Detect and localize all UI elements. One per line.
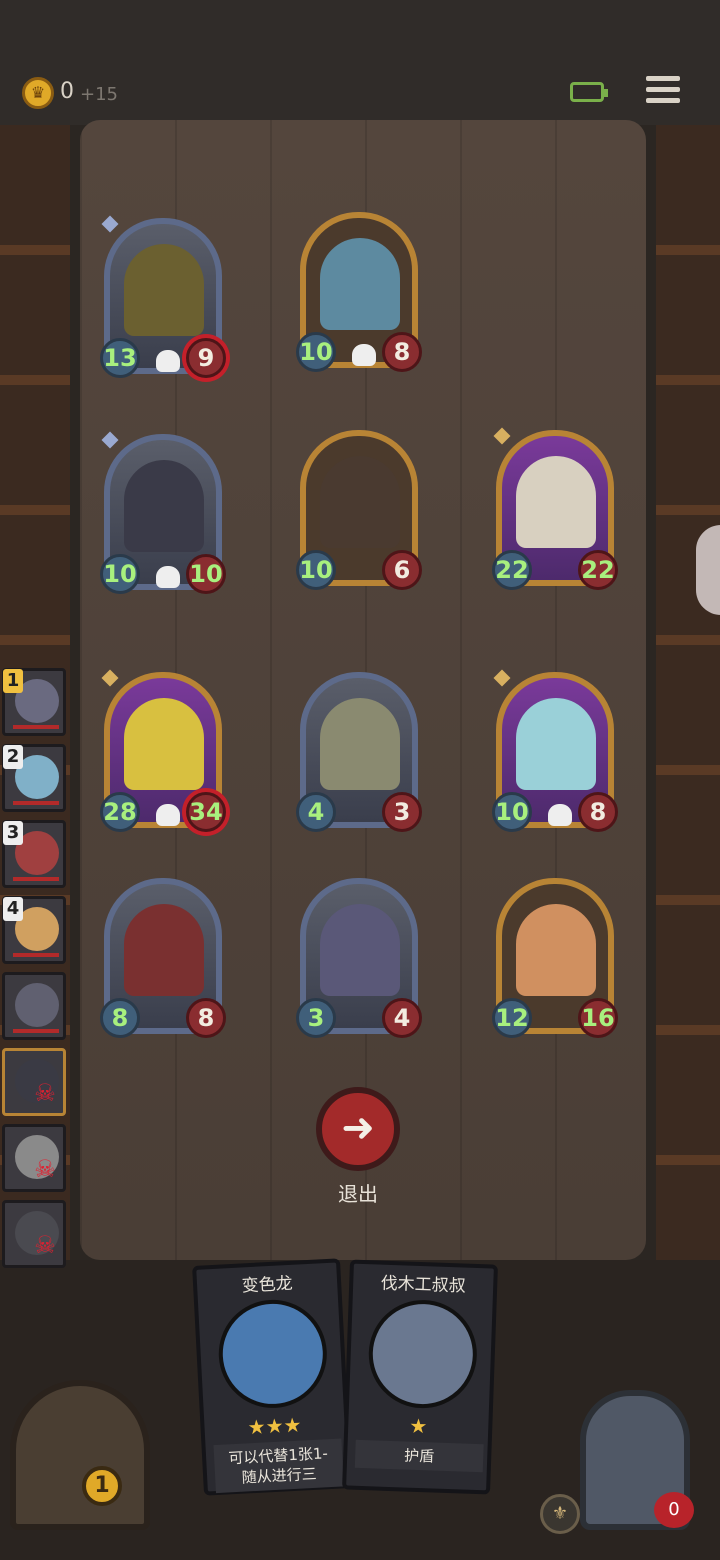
star-rating: ★★★ (247, 1412, 303, 1440)
rank-badge: 1 (3, 669, 23, 693)
shop-gate[interactable] (10, 1380, 150, 1530)
skull-icon (156, 804, 180, 826)
minion-portrait (124, 244, 204, 336)
team-slot[interactable]: ☠ (2, 1200, 66, 1268)
minion-card[interactable]: 10 8 (492, 669, 618, 832)
hand-card-description: 可以代替1张1- 随从进行三 (213, 1438, 344, 1494)
top-bar: ♛ 0 +15 (0, 0, 720, 125)
minion-card[interactable]: 43 (296, 672, 422, 832)
health-bar (13, 801, 59, 805)
health-stat: 8 (382, 332, 422, 372)
health-stat: 9 (186, 338, 226, 378)
chameleon-portrait (216, 1297, 330, 1411)
minion-card[interactable]: 10 8 (296, 212, 422, 372)
coin-income: +15 (80, 84, 118, 105)
attack-stat: 10 (100, 554, 140, 594)
level-badge: 1 (82, 1466, 122, 1506)
skull-crossbones-icon: ☠ (34, 1231, 56, 1259)
coin-count: 0 (60, 79, 74, 104)
health-bar (13, 877, 59, 881)
team-slot[interactable]: 3 (2, 820, 66, 888)
minion-portrait (320, 698, 400, 790)
skull-icon (352, 344, 376, 366)
attack-stat: 8 (100, 998, 140, 1038)
team-slot[interactable]: ☠ (2, 1124, 66, 1192)
minion-portrait (124, 460, 204, 552)
minion-card[interactable]: 10 6 (296, 430, 422, 590)
hand-card-title: 伐木工叔叔 (380, 1273, 467, 1297)
minion-card[interactable]: 28 34 (100, 669, 226, 832)
team-slot[interactable]: ☠ (2, 1048, 66, 1116)
crown-coin-icon: ♛ (22, 77, 54, 109)
health-bar (13, 1029, 59, 1033)
health-stat: 22 (578, 550, 618, 590)
attack-stat: 3 (296, 998, 336, 1038)
hero-face (15, 983, 59, 1027)
attack-stat: 10 (492, 792, 532, 832)
hand-card-chameleon[interactable]: 变色龙 ★★★ 可以代替1张1- 随从进行三 (192, 1258, 352, 1496)
minion-portrait (320, 456, 400, 548)
rank-badge: 2 (3, 745, 23, 769)
hand-card-description: 护盾 (354, 1439, 484, 1473)
side-panel-tab[interactable] (696, 525, 720, 615)
health-bar (13, 953, 59, 957)
health-stat: 8 (578, 792, 618, 832)
minion-card[interactable]: 12 16 (492, 878, 618, 1038)
rank-badge: 3 (3, 821, 23, 845)
bookshelf-right (656, 125, 720, 1425)
health-stat: 6 (382, 550, 422, 590)
skull-crossbones-icon: ☠ (34, 1079, 56, 1107)
attack-stat: 10 (296, 550, 336, 590)
minion-portrait (516, 698, 596, 790)
team-slot[interactable] (2, 972, 66, 1040)
minion-portrait (124, 904, 204, 996)
exit-button[interactable]: ➜ (316, 1087, 400, 1171)
health-stat: 16 (578, 998, 618, 1038)
skull-icon (548, 804, 572, 826)
minion-card[interactable]: 10 10 (100, 431, 226, 594)
star-rating: ★ (408, 1413, 428, 1439)
minion-card[interactable]: 13 9 (100, 215, 226, 378)
arrow-left-icon: ➜ (341, 1105, 375, 1151)
minion-card[interactable]: 88 (100, 878, 226, 1038)
minion-card[interactable]: 22 22 (492, 427, 618, 590)
attack-stat: 10 (296, 332, 336, 372)
lives-heart: 0 (654, 1492, 694, 1528)
minion-card[interactable]: 34 (296, 878, 422, 1038)
minion-portrait (516, 456, 596, 548)
hand-card-lumberjack[interactable]: 伐木工叔叔 ★ 护盾 (342, 1259, 498, 1495)
minion-portrait (320, 238, 400, 330)
skull-crossbones-icon: ☠ (34, 1155, 56, 1183)
lumberjack-portrait (366, 1298, 479, 1410)
attack-stat: 12 (492, 998, 532, 1038)
attack-stat: 4 (296, 792, 336, 832)
team-slot[interactable]: 4 (2, 896, 66, 964)
health-stat: 3 (382, 792, 422, 832)
desc-line: 护盾 (403, 1446, 435, 1466)
upgrade-icon[interactable]: ⚜ (540, 1494, 580, 1534)
attack-stat: 13 (100, 338, 140, 378)
rank-badge: 4 (3, 897, 23, 921)
minion-portrait (320, 904, 400, 996)
exit-label: 退出 (338, 1182, 378, 1206)
minion-portrait (124, 698, 204, 790)
attack-stat: 22 (492, 550, 532, 590)
health-bar (13, 725, 59, 729)
menu-icon[interactable] (646, 76, 680, 106)
health-stat: 34 (186, 792, 226, 832)
hand-card-title: 变色龙 (241, 1273, 294, 1297)
health-stat: 4 (382, 998, 422, 1038)
health-stat: 10 (186, 554, 226, 594)
attack-stat: 28 (100, 792, 140, 832)
skull-icon (156, 566, 180, 588)
minion-portrait (516, 904, 596, 996)
team-slot[interactable]: 2 (2, 744, 66, 812)
team-slot[interactable]: 1 (2, 668, 66, 736)
battery-icon (570, 82, 608, 102)
health-stat: 8 (186, 998, 226, 1038)
skull-icon (156, 350, 180, 372)
